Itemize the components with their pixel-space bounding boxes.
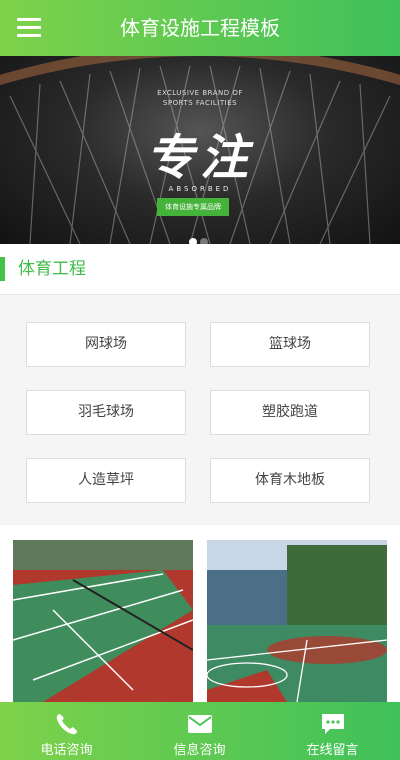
section-header: 体育工程 [0, 244, 400, 295]
tennis-court-photo[interactable] [13, 540, 193, 702]
footer-message-label: 在线留言 [306, 743, 359, 758]
category-turf-button[interactable]: 人造草坪 [26, 458, 186, 503]
hero-banner[interactable]: EXCLUSIVE BRAND OF SPORTS FACILITIES 专注 … [0, 56, 400, 244]
banner-tag: 体育设施专属品牌 [157, 198, 229, 216]
footer-mail-button[interactable]: 信息咨询 [133, 702, 266, 760]
bottom-nav: 电话咨询 信息咨询 在线留言 [0, 702, 400, 760]
category-basketball-button[interactable]: 篮球场 [210, 322, 370, 367]
section-title: 体育工程 [18, 259, 86, 279]
banner-english-text: EXCLUSIVE BRAND OF SPORTS FACILITIES [157, 89, 243, 107]
message-icon [322, 714, 344, 734]
basketball-court-photo[interactable] [207, 540, 387, 702]
category-badminton-button[interactable]: 羽毛球场 [26, 390, 186, 435]
page-title: 体育设施工程模板 [120, 16, 280, 40]
section-accent-bar [0, 257, 5, 281]
footer-phone-button[interactable]: 电话咨询 [0, 702, 133, 760]
phone-icon [56, 714, 77, 735]
banner-headline: 专注 [145, 130, 254, 186]
footer-message-button[interactable]: 在线留言 [266, 702, 399, 760]
mail-icon [188, 715, 212, 733]
category-tennis-button[interactable]: 网球场 [26, 322, 186, 367]
category-track-button[interactable]: 塑胶跑道 [210, 390, 370, 435]
banner-subline: ABSORBED [168, 185, 232, 193]
footer-phone-label: 电话咨询 [40, 743, 93, 758]
carousel-dots [189, 231, 211, 244]
top-header: 体育设施工程模板 [0, 0, 400, 56]
footer-mail-label: 信息咨询 [173, 743, 226, 758]
category-grid: 网球场 篮球场 羽毛球场 塑胶跑道 人造草坪 体育木地板 [0, 295, 400, 525]
category-wood-floor-button[interactable]: 体育木地板 [210, 458, 370, 503]
